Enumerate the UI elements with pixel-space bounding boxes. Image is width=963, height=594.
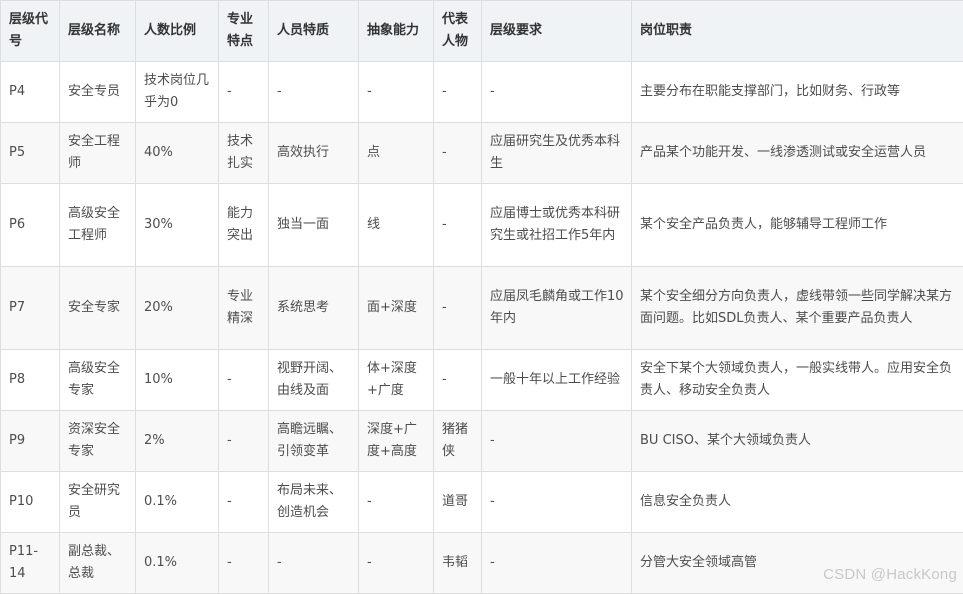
cell-duties: 主要分布在职能支撑部门，比如财务、行政等	[632, 62, 963, 123]
cell-specialty: 专业精深	[219, 267, 269, 350]
cell-ratio: 2%	[136, 411, 219, 472]
cell-specialty: -	[219, 62, 269, 123]
cell-level-code: P9	[1, 411, 60, 472]
cell-level-code: P7	[1, 267, 60, 350]
table-row: P6 高级安全工程师 30% 能力突出 独当一面 线 - 应届博士或优秀本科研究…	[1, 184, 963, 267]
cell-level-code: P6	[1, 184, 60, 267]
cell-level-name: 安全专员	[60, 62, 136, 123]
table-row: P10 安全研究员 0.1% - 布局未来、创造机会 - 道哥 - 信息安全负责…	[1, 472, 963, 533]
header-duties: 岗位职责	[632, 1, 963, 62]
cell-specialty: -	[219, 472, 269, 533]
cell-representative: 道哥	[434, 472, 482, 533]
cell-representative: -	[434, 123, 482, 184]
cell-ratio: 0.1%	[136, 472, 219, 533]
cell-representative: -	[434, 350, 482, 411]
cell-abstraction: 深度+广度+高度	[359, 411, 434, 472]
cell-level-name: 高级安全专家	[60, 350, 136, 411]
table-row: P4 安全专员 技术岗位几乎为0 - - - - - 主要分布在职能支撑部门，比…	[1, 62, 963, 123]
table-row: P7 安全专家 20% 专业精深 系统思考 面+深度 - 应届凤毛麟角或工作10…	[1, 267, 963, 350]
header-level-code: 层级代号	[1, 1, 60, 62]
cell-representative: 猪猪侠	[434, 411, 482, 472]
table-row: P11-14 副总裁、总裁 0.1% - - - 韦韬 - 分管大安全领域高管	[1, 533, 963, 594]
cell-abstraction: -	[359, 533, 434, 594]
cell-duties: 分管大安全领域高管	[632, 533, 963, 594]
cell-requirements: -	[482, 472, 632, 533]
cell-specialty: -	[219, 533, 269, 594]
cell-abstraction: -	[359, 62, 434, 123]
cell-requirements: 应届博士或优秀本科研究生或社招工作5年内	[482, 184, 632, 267]
header-ratio: 人数比例	[136, 1, 219, 62]
cell-traits: 高效执行	[269, 123, 359, 184]
cell-duties: 产品某个功能开发、一线渗透测试或安全运营人员	[632, 123, 963, 184]
cell-abstraction: 点	[359, 123, 434, 184]
cell-requirements: 应届研究生及优秀本科生	[482, 123, 632, 184]
cell-abstraction: -	[359, 472, 434, 533]
header-level-name: 层级名称	[60, 1, 136, 62]
cell-abstraction: 体+深度+广度	[359, 350, 434, 411]
cell-representative: -	[434, 267, 482, 350]
cell-representative: -	[434, 62, 482, 123]
cell-level-code: P11-14	[1, 533, 60, 594]
cell-level-code: P8	[1, 350, 60, 411]
table-row: P9 资深安全专家 2% - 高瞻远瞩、引领变革 深度+广度+高度 猪猪侠 - …	[1, 411, 963, 472]
cell-specialty: 技术扎实	[219, 123, 269, 184]
cell-specialty: -	[219, 411, 269, 472]
cell-traits: 高瞻远瞩、引领变革	[269, 411, 359, 472]
cell-representative: -	[434, 184, 482, 267]
cell-level-code: P10	[1, 472, 60, 533]
cell-level-name: 安全专家	[60, 267, 136, 350]
cell-ratio: 30%	[136, 184, 219, 267]
cell-ratio: 技术岗位几乎为0	[136, 62, 219, 123]
cell-duties: 某个安全产品负责人，能够辅导工程师工作	[632, 184, 963, 267]
table-row: P8 高级安全专家 10% - 视野开阔、由线及面 体+深度+广度 - 一般十年…	[1, 350, 963, 411]
cell-traits: 独当一面	[269, 184, 359, 267]
cell-traits: -	[269, 533, 359, 594]
header-specialty: 专业特点	[219, 1, 269, 62]
cell-specialty: 能力突出	[219, 184, 269, 267]
cell-duties: 安全下某个大领域负责人，一般实线带人。应用安全负责人、移动安全负责人	[632, 350, 963, 411]
cell-specialty: -	[219, 350, 269, 411]
csdn-watermark: CSDN @HackKong	[823, 566, 957, 583]
cell-duties: 某个安全细分方向负责人，虚线带领一些同学解决某方面问题。比如SDL负责人、某个重…	[632, 267, 963, 350]
cell-level-name: 安全研究员	[60, 472, 136, 533]
cell-level-name: 副总裁、总裁	[60, 533, 136, 594]
cell-duties: 信息安全负责人	[632, 472, 963, 533]
cell-abstraction: 线	[359, 184, 434, 267]
table-row: P5 安全工程师 40% 技术扎实 高效执行 点 - 应届研究生及优秀本科生 产…	[1, 123, 963, 184]
header-representative: 代表人物	[434, 1, 482, 62]
cell-ratio: 40%	[136, 123, 219, 184]
cell-level-name: 高级安全工程师	[60, 184, 136, 267]
cell-level-code: P4	[1, 62, 60, 123]
table-header-row: 层级代号 层级名称 人数比例 专业特点 人员特质 抽象能力 代表人物 层级要求 …	[1, 1, 963, 62]
header-traits: 人员特质	[269, 1, 359, 62]
cell-traits: -	[269, 62, 359, 123]
cell-traits: 视野开阔、由线及面	[269, 350, 359, 411]
cell-requirements: 一般十年以上工作经验	[482, 350, 632, 411]
cell-level-code: P5	[1, 123, 60, 184]
cell-abstraction: 面+深度	[359, 267, 434, 350]
security-levels-table: 层级代号 层级名称 人数比例 专业特点 人员特质 抽象能力 代表人物 层级要求 …	[0, 0, 963, 594]
cell-requirements: 应届凤毛麟角或工作10年内	[482, 267, 632, 350]
cell-ratio: 10%	[136, 350, 219, 411]
cell-level-name: 安全工程师	[60, 123, 136, 184]
header-requirements: 层级要求	[482, 1, 632, 62]
cell-level-name: 资深安全专家	[60, 411, 136, 472]
cell-traits: 布局未来、创造机会	[269, 472, 359, 533]
cell-requirements: -	[482, 411, 632, 472]
cell-representative: 韦韬	[434, 533, 482, 594]
cell-duties: BU CISO、某个大领域负责人	[632, 411, 963, 472]
cell-requirements: -	[482, 62, 632, 123]
cell-requirements: -	[482, 533, 632, 594]
cell-ratio: 20%	[136, 267, 219, 350]
cell-traits: 系统思考	[269, 267, 359, 350]
cell-ratio: 0.1%	[136, 533, 219, 594]
header-abstraction: 抽象能力	[359, 1, 434, 62]
